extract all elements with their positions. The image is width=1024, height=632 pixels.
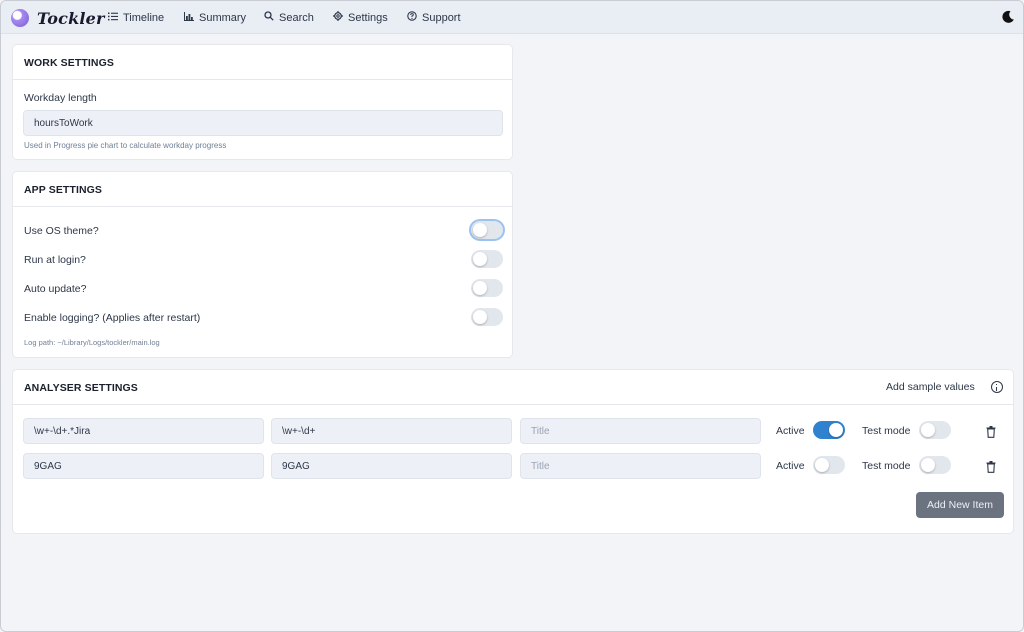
app-settings-card: APP SETTINGS Use OS theme? Run at login?… bbox=[12, 171, 513, 358]
active-toggle-1[interactable] bbox=[813, 421, 845, 439]
log-path-hint: Log path: ~/Library/Logs/tockler/main.lo… bbox=[24, 338, 160, 347]
logo-icon bbox=[11, 9, 29, 27]
test-mode-toggle-2[interactable] bbox=[919, 456, 951, 474]
find-regex-input-1[interactable]: \w+-\d+.*Jira bbox=[23, 418, 264, 444]
analyser-settings-card: ANALYSER SETTINGS Add sample values \w+-… bbox=[12, 369, 1014, 534]
add-new-item-button[interactable]: Add New Item bbox=[916, 492, 1004, 518]
run-at-login-label: Run at login? bbox=[24, 254, 86, 266]
toggle-knob bbox=[473, 281, 487, 295]
nav-summary[interactable]: Summary bbox=[184, 1, 246, 34]
list-icon bbox=[108, 12, 118, 24]
bar-chart-icon bbox=[184, 11, 194, 24]
title-input-2[interactable]: Title bbox=[520, 453, 761, 479]
app-name: Tockler bbox=[37, 8, 105, 28]
search-icon bbox=[264, 11, 274, 24]
value-regex-input-1[interactable]: \w+-\d+ bbox=[271, 418, 512, 444]
active-label-2: Active bbox=[776, 460, 805, 472]
auto-update-label: Auto update? bbox=[24, 283, 87, 295]
app-logo[interactable]: Tockler bbox=[11, 8, 105, 28]
gear-icon bbox=[333, 11, 343, 24]
value-regex-input-2[interactable]: 9GAG bbox=[271, 453, 512, 479]
use-os-theme-toggle[interactable] bbox=[471, 221, 503, 239]
toggle-knob bbox=[473, 252, 487, 266]
toggle-knob bbox=[473, 223, 487, 237]
run-at-login-toggle[interactable] bbox=[471, 250, 503, 268]
active-toggle-2[interactable] bbox=[813, 456, 845, 474]
nav-support[interactable]: Support bbox=[407, 1, 461, 34]
nav-support-label: Support bbox=[422, 11, 461, 24]
enable-logging-toggle[interactable] bbox=[471, 308, 503, 326]
delete-row-icon-2[interactable] bbox=[986, 460, 996, 473]
nav-timeline[interactable]: Timeline bbox=[108, 1, 164, 34]
toggle-knob bbox=[829, 423, 843, 437]
nav-search-label: Search bbox=[279, 11, 314, 24]
use-os-theme-label: Use OS theme? bbox=[24, 225, 99, 237]
active-label-1: Active bbox=[776, 425, 805, 437]
app-settings-title: APP SETTINGS bbox=[24, 184, 103, 196]
test-mode-label-2: Test mode bbox=[862, 460, 911, 472]
add-sample-values-link[interactable]: Add sample values bbox=[886, 381, 975, 393]
workday-length-hint: Used in Progress pie chart to calculate … bbox=[24, 141, 227, 150]
test-mode-toggle-1[interactable] bbox=[919, 421, 951, 439]
toggle-knob bbox=[921, 423, 935, 437]
enable-logging-label: Enable logging? (Applies after restart) bbox=[24, 312, 201, 324]
nav-settings[interactable]: Settings bbox=[333, 1, 388, 34]
find-regex-input-2[interactable]: 9GAG bbox=[23, 453, 264, 479]
work-settings-card: WORK SETTINGS Workday length hoursToWork… bbox=[12, 44, 513, 160]
toggle-knob bbox=[473, 310, 487, 324]
nav-summary-label: Summary bbox=[199, 11, 247, 24]
moon-icon[interactable] bbox=[1001, 10, 1015, 24]
info-icon[interactable] bbox=[991, 381, 1003, 393]
app-settings-header: APP SETTINGS bbox=[13, 172, 512, 207]
work-settings-header: WORK SETTINGS bbox=[13, 45, 512, 80]
test-mode-label-1: Test mode bbox=[862, 425, 911, 437]
nav-timeline-label: Timeline bbox=[123, 11, 165, 24]
analyser-settings-header: ANALYSER SETTINGS Add sample values bbox=[13, 370, 1013, 405]
toggle-knob bbox=[921, 458, 935, 472]
work-settings-title: WORK SETTINGS bbox=[24, 57, 114, 69]
nav-search[interactable]: Search bbox=[264, 1, 314, 34]
top-navigation-bar: Tockler Timeline Summary Search Settings bbox=[1, 1, 1023, 34]
nav-settings-label: Settings bbox=[348, 11, 388, 24]
title-input-1[interactable]: Title bbox=[520, 418, 761, 444]
app-window: Tockler Timeline Summary Search Settings bbox=[0, 0, 1024, 632]
toggle-knob bbox=[815, 458, 829, 472]
analyser-settings-title: ANALYSER SETTINGS bbox=[24, 382, 138, 394]
delete-row-icon-1[interactable] bbox=[986, 425, 996, 438]
workday-length-input[interactable]: hoursToWork bbox=[23, 110, 503, 136]
workday-length-label: Workday length bbox=[24, 92, 97, 104]
auto-update-toggle[interactable] bbox=[471, 279, 503, 297]
help-circle-icon bbox=[407, 11, 417, 24]
